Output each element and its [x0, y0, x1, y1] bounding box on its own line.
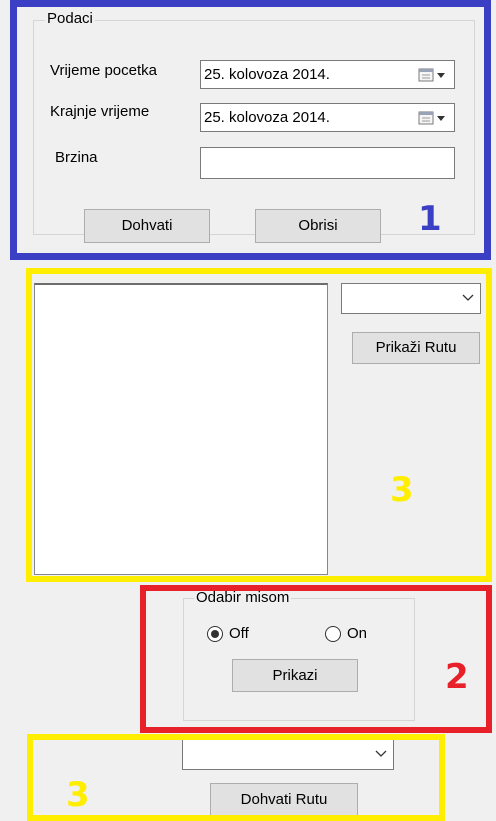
annotation-number-3-bottom: 3 [66, 775, 90, 815]
highlight-frame-3-top [26, 268, 492, 582]
highlight-frame-3-bottom [27, 734, 445, 821]
annotation-number-1: 1 [418, 199, 442, 239]
highlight-frame-2 [140, 585, 492, 733]
annotation-number-3-top: 3 [390, 470, 414, 510]
annotation-number-2: 2 [445, 657, 469, 697]
